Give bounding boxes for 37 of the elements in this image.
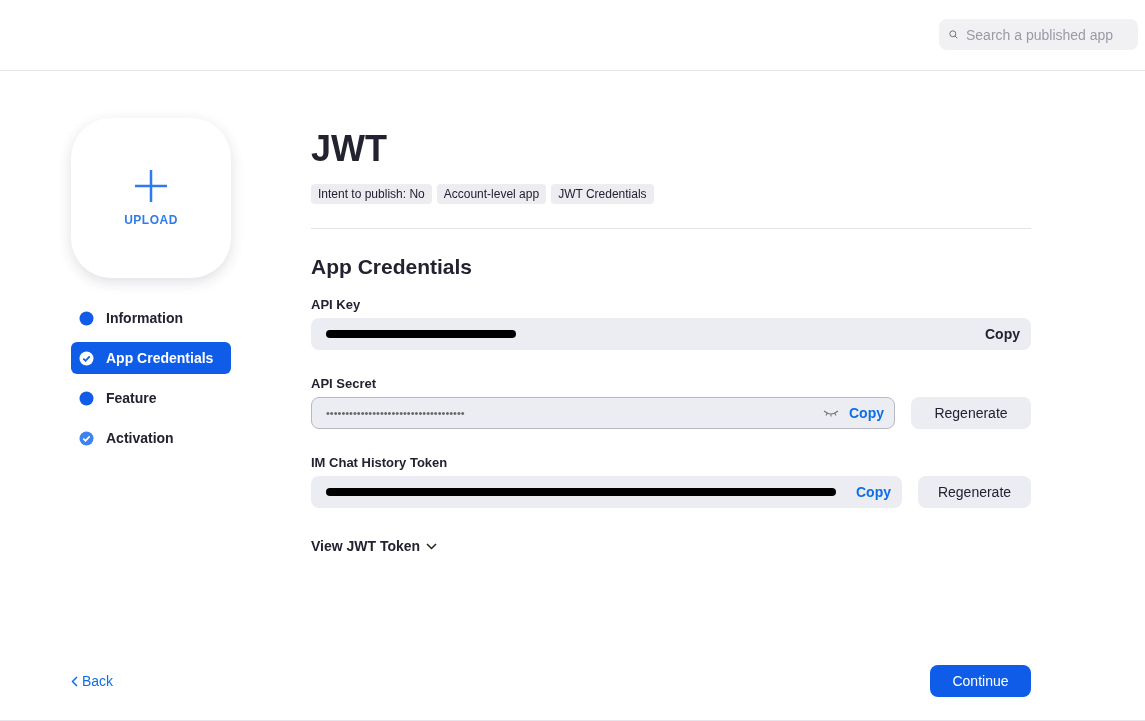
tag: Intent to publish: No (311, 184, 432, 204)
continue-button[interactable]: Continue (930, 665, 1031, 697)
step-item[interactable]: Activation (71, 422, 231, 454)
step-label: App Credentials (106, 350, 214, 366)
tag: Account-level app (436, 184, 547, 204)
section-title: App Credentials (311, 255, 474, 279)
regenerate-button[interactable]: Regenerate (911, 397, 1031, 429)
copy-button[interactable]: Copy (856, 484, 891, 500)
search-field[interactable]: Search a published app (939, 19, 1138, 50)
step-item[interactable]: Information (71, 302, 231, 334)
back-link[interactable]: Back (71, 673, 114, 689)
regenerate-button[interactable]: Regenerate (918, 476, 1031, 508)
search-icon (949, 28, 958, 41)
credential-field[interactable]: •••••••••••••••••••••••••••••••••••• Copy (311, 397, 895, 429)
upload-label: UPLOAD (124, 213, 178, 227)
step-label: Information (106, 310, 183, 326)
app-title: JWT (311, 128, 388, 170)
plus-icon (134, 169, 168, 203)
step-item[interactable]: App Credentials (71, 342, 231, 374)
credential-field[interactable]: Copy (311, 476, 902, 508)
copy-button[interactable]: Copy (985, 326, 1020, 342)
field-label: API Secret (311, 376, 378, 391)
field-value: •••••••••••••••••••••••••••••••••••• (326, 407, 466, 419)
upload-button[interactable]: UPLOAD (71, 118, 231, 278)
copy-button[interactable]: Copy (849, 405, 884, 421)
chevron-down-icon (426, 542, 438, 550)
credential-field[interactable]: Copy (311, 318, 1031, 350)
step-label: Feature (106, 390, 157, 406)
tag: JWT Credentials (551, 184, 654, 204)
view-token-button[interactable]: View JWT Token (311, 538, 438, 554)
eye-closed-icon[interactable] (823, 409, 839, 417)
step-item[interactable]: Feature (71, 382, 231, 414)
field-label: API Key (311, 297, 362, 312)
back-label: Back (82, 673, 114, 689)
field-label: IM Chat History Token (311, 455, 449, 470)
chevron-left-icon (71, 675, 78, 687)
step-label: Activation (106, 430, 174, 446)
